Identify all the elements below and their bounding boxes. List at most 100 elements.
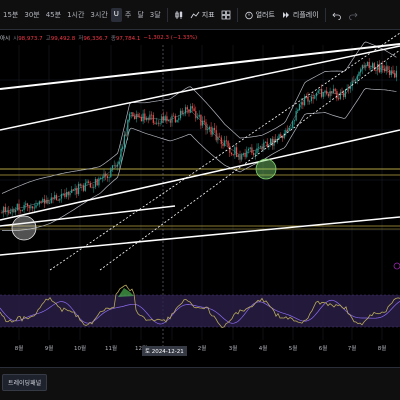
timeframe-8[interactable]: 3달	[147, 8, 164, 22]
candle-body	[60, 193, 63, 199]
candle-body	[336, 91, 338, 99]
price-chart[interactable]: 8월9월10월11월12월20252월3월4월5월6월7월8월	[0, 30, 400, 367]
candle-style-button[interactable]	[171, 8, 187, 22]
timeframe-3[interactable]: 1시간	[64, 8, 87, 22]
candle-body	[217, 136, 219, 141]
candle-body	[322, 91, 324, 97]
candle-body	[4, 206, 6, 213]
legend-change-value: −1,302.3 (−1.33%)	[143, 35, 198, 41]
candle-body	[105, 173, 107, 177]
candle-body	[122, 147, 124, 149]
replay-icon	[282, 11, 289, 18]
candle-body	[246, 150, 248, 157]
candle-body	[91, 187, 93, 189]
candle-body	[290, 127, 292, 129]
candle-body	[117, 164, 119, 167]
bollinger-basis	[1, 64, 397, 213]
candle-body	[220, 137, 222, 144]
trading-panel-button[interactable]: 트레이딩패널	[2, 374, 48, 391]
x-tick-label: 9월	[45, 344, 54, 352]
candle-body	[8, 210, 10, 214]
candle-body	[111, 165, 114, 169]
candle-body	[344, 89, 346, 98]
candle-body	[93, 186, 95, 188]
candle-body	[140, 116, 142, 122]
alerts-label: 얼러트	[255, 10, 275, 19]
candle-body	[69, 192, 71, 196]
trendline[interactable]	[0, 43, 400, 90]
candle-body	[247, 148, 250, 151]
candle-body	[84, 182, 86, 191]
candle-body	[83, 185, 85, 191]
candle-body	[331, 91, 333, 93]
crosshair-date-label: 토 2024-12-21	[142, 346, 187, 356]
x-tick-label: 7월	[348, 344, 357, 352]
candle-body	[368, 61, 370, 69]
candle-body	[166, 116, 168, 122]
redo-button[interactable]	[345, 8, 361, 22]
candle-body	[207, 128, 209, 130]
trendlines[interactable]	[0, 32, 400, 271]
candlestick-icon	[175, 10, 182, 19]
timeframe-0[interactable]: 15분	[0, 8, 21, 22]
candle-body	[215, 130, 217, 141]
candle-body	[120, 148, 122, 162]
candle-body	[312, 96, 314, 99]
candle-body	[365, 65, 367, 68]
candle-body	[317, 90, 319, 94]
timeframe-6[interactable]: 주	[122, 8, 134, 22]
timeframe-5[interactable]: U	[110, 7, 122, 22]
legend-close-value: 97,784.1	[115, 36, 141, 42]
candle-body	[52, 197, 54, 199]
dotted-trendline[interactable]	[49, 32, 400, 271]
candle-body	[227, 141, 229, 147]
candle-body	[168, 120, 170, 122]
candle-body	[179, 110, 182, 119]
timeframe-7[interactable]: 달	[134, 8, 146, 22]
candle-body	[178, 118, 180, 120]
candle-body	[383, 68, 386, 72]
dotted-trendline[interactable]	[99, 49, 400, 271]
candle-body	[176, 119, 178, 123]
candle-body	[157, 122, 159, 124]
candle-body	[382, 65, 384, 69]
timeframe-1[interactable]: 30분	[21, 8, 42, 22]
candle-body	[171, 115, 173, 123]
timeframe-2[interactable]: 45분	[43, 8, 64, 22]
legend-high-value: 99,492.8	[50, 36, 76, 42]
candle-body	[349, 85, 352, 89]
layout-button[interactable]	[218, 8, 234, 22]
x-tick-label: 8월	[378, 344, 387, 352]
candle-body	[203, 120, 205, 123]
candle-body	[71, 189, 73, 193]
alerts-button[interactable]: 얼러트	[241, 8, 278, 22]
candle-body	[108, 177, 110, 178]
candle-body	[181, 110, 183, 114]
highlight-circle-low	[11, 215, 37, 241]
candle-body	[287, 129, 289, 131]
candle-body	[389, 70, 391, 75]
candle-body	[264, 141, 267, 143]
x-tick-label: 11월	[105, 344, 117, 352]
candle-body	[307, 96, 309, 102]
trendline[interactable]	[0, 216, 400, 256]
indicator-icon	[190, 11, 200, 18]
indicators-button[interactable]: 지표	[187, 8, 218, 22]
candle-body	[392, 70, 394, 74]
candle-body	[77, 183, 80, 195]
candle-body	[110, 168, 112, 178]
legend-symbol: 아시	[0, 36, 11, 42]
undo-button[interactable]	[329, 8, 345, 22]
candle-body	[292, 121, 294, 128]
candle-body	[66, 192, 68, 197]
candle-body	[251, 147, 253, 154]
candle-body	[259, 146, 261, 148]
candle-body	[37, 204, 39, 206]
candle-body	[149, 114, 151, 120]
candle-body	[134, 116, 136, 119]
candle-body	[229, 146, 231, 153]
replay-button[interactable]: 리플레이	[278, 8, 322, 22]
candle-body	[304, 96, 306, 106]
candle-body	[288, 128, 290, 131]
timeframe-4[interactable]: 3시간	[87, 8, 110, 22]
